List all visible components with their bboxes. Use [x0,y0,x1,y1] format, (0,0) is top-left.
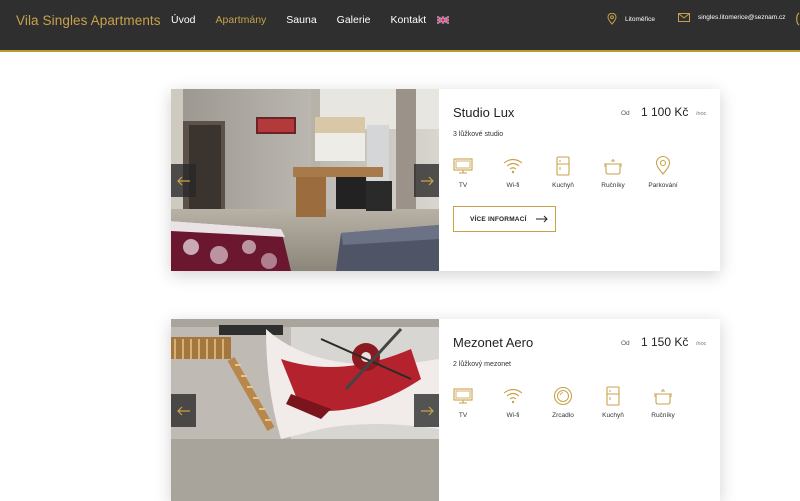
previous-photo-button[interactable] [171,394,196,427]
amenity-label: Kuchyň [602,412,624,419]
brand-logo[interactable]: Vila Singles Apartments [16,13,161,28]
contact-location[interactable]: Litoměřice [607,13,655,25]
nav-item-sauna[interactable]: Sauna [286,14,316,26]
amenity-mirror: Zrcadlo [551,385,601,419]
amenity-kitchen: Kuchyň [601,385,651,419]
next-photo-button[interactable] [414,394,439,427]
pot-icon [654,389,672,405]
apartment-name[interactable]: Mezonet Aero [453,335,533,350]
main-nav: Úvod Apartmány Sauna Galerie Kontakt [171,14,446,26]
more-info-label: VÍCE INFORMACÍ [470,215,527,223]
apartment-price: 1 100 Kč [641,105,689,119]
nav-item-apartmany[interactable]: Apartmány [216,14,267,26]
apartment-details: Mezonet Aero Od 1 150 Kč /noc 2 lůžkový … [439,319,720,501]
price-unit: /noc [696,111,707,117]
amenity-label: Wi-fi [506,412,520,419]
wifi-icon [503,158,523,174]
arrow-right-icon [535,215,548,223]
wifi-icon [503,388,523,404]
amenity-label: TV [458,412,468,419]
apartment-subtitle: 2 lůžkový mezonet [453,361,511,368]
previous-photo-button[interactable] [171,164,196,197]
amenity-label: Parkování [648,182,678,189]
nav-item-kontakt[interactable]: Kontakt [391,14,427,26]
tv-icon [453,388,473,404]
amenities-list: TV Wi-fi Kuchyň Ručníky Parkování [451,155,701,189]
amenity-kitchen: Kuchyň [551,155,601,189]
amenity-label: Kuchyň [552,182,574,189]
map-pin-icon [607,13,617,25]
amenity-towels: Ručníky [651,385,701,419]
amenity-wifi: Wi-fi [501,385,551,419]
amenity-label: Ručníky [651,412,675,419]
amenities-list: TV Wi-fi Zrcadlo Kuchyň Ručníky [451,385,701,419]
price-unit: /noc [696,341,707,347]
apartment-card: Studio Lux Od 1 100 Kč /noc 3 lůžkové st… [171,89,720,271]
amenity-parking: Parkování [648,155,701,189]
apartment-card: Mezonet Aero Od 1 150 Kč /noc 2 lůžkový … [171,319,720,501]
arrow-right-icon [420,176,434,185]
fridge-icon [556,156,570,176]
mail-icon [678,13,690,22]
amenity-towels: Ručníky [601,155,651,189]
amenity-tv: TV [451,385,501,419]
nav-item-galerie[interactable]: Galerie [337,14,371,26]
price-from-label: Od [621,340,630,347]
amenity-tv: TV [451,155,501,189]
amenity-label: Ručníky [601,182,625,189]
nav-item-uvod[interactable]: Úvod [171,14,196,26]
location-text: Litoměřice [625,15,655,23]
location-pin-icon [655,156,671,175]
apartment-name[interactable]: Studio Lux [453,105,514,120]
tv-icon [453,158,473,174]
amenity-label: Wi-fi [506,182,520,189]
amenity-label: Zrcadlo [552,412,574,419]
fridge-icon [606,386,620,406]
next-photo-button[interactable] [414,164,439,197]
apartment-details: Studio Lux Od 1 100 Kč /noc 3 lůžkové st… [439,89,720,271]
pot-icon [604,159,622,175]
apartment-price: 1 150 Kč [641,335,689,349]
contact-email[interactable]: singles.litomerice@seznam.cz [678,13,786,22]
amenity-label: TV [458,182,468,189]
site-header: Vila Singles Apartments Úvod Apartmány S… [0,0,800,52]
price-from-label: Od [621,110,630,117]
arrow-right-icon [420,406,434,415]
apartment-photo[interactable] [171,319,439,501]
apartment-subtitle: 3 lůžkové studio [453,131,504,138]
phone-icon [796,12,800,26]
arrow-left-icon [176,406,190,415]
amenity-wifi: Wi-fi [501,155,551,189]
arrow-left-icon [176,176,190,185]
apartment-photo[interactable] [171,89,439,271]
mirror-icon [553,386,573,406]
uk-flag-icon[interactable] [437,16,449,24]
email-text: singles.litomerice@seznam.cz [698,14,786,21]
more-info-button[interactable]: VÍCE INFORMACÍ [453,206,556,232]
